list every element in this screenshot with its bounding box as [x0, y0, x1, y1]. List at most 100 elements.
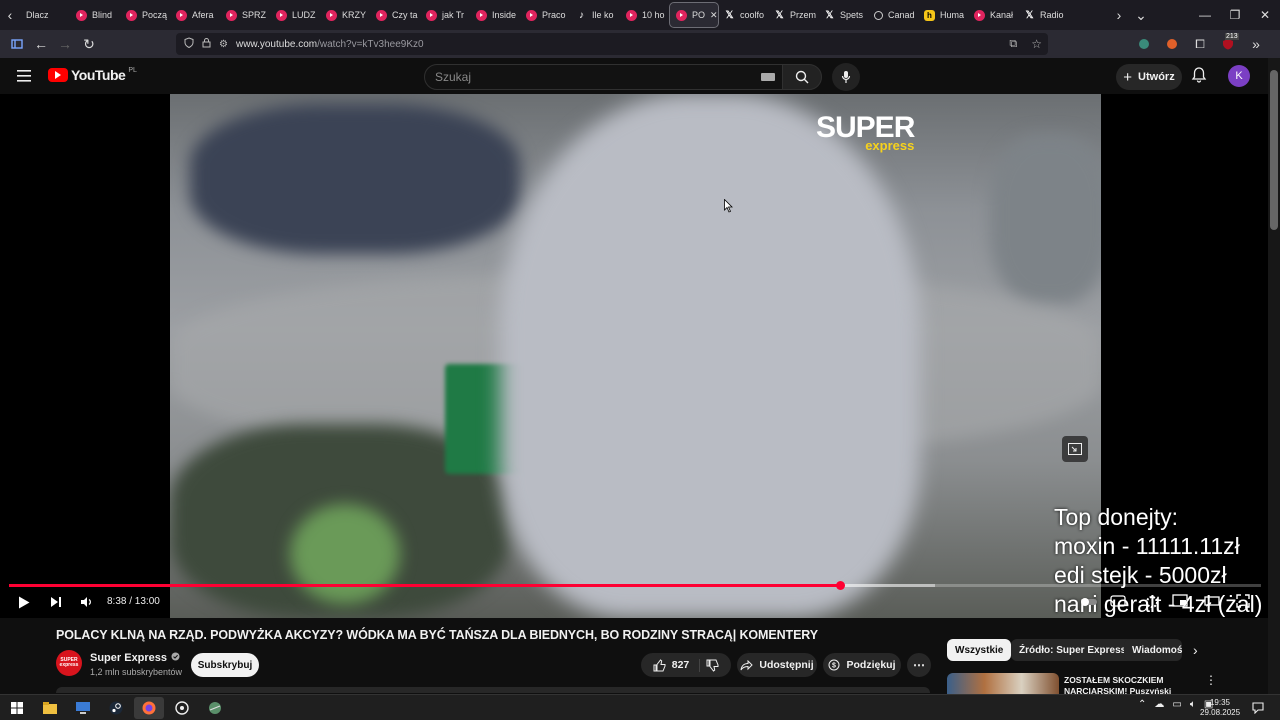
thanks-button[interactable]: $ Podziękuj [823, 653, 901, 677]
browser-tab[interactable]: SPRZ [220, 3, 270, 27]
dislike-button[interactable] [706, 659, 719, 672]
browser-tab[interactable]: 𝕏 Przem [768, 3, 818, 27]
browser-tab[interactable]: Praco [520, 3, 570, 27]
start-windows-icon[interactable] [2, 697, 32, 719]
permissions-icon[interactable]: ⚙ [219, 39, 228, 50]
video-frame[interactable] [170, 94, 1101, 618]
voice-search-button[interactable] [832, 63, 860, 91]
theater-mode-icon[interactable] [1204, 594, 1222, 610]
close-window-button[interactable]: ✕ [1250, 0, 1280, 30]
tabs-container: Dlacz Blind Począ Afera SPRZ LUDZ KRZY Czy ta ja… [20, 0, 1110, 30]
miniplayer-expand-button[interactable] [1062, 436, 1088, 462]
firefox-icon[interactable] [134, 697, 164, 719]
browser-tab[interactable]: KRZY [320, 3, 370, 27]
browser-tab[interactable]: 𝕏 Radio [1018, 3, 1068, 27]
browser-tab[interactable]: Począ [120, 3, 170, 27]
tab-scroll-left-icon[interactable]: ‹ [0, 3, 20, 27]
obs-icon[interactable] [167, 697, 197, 719]
browser-tab[interactable]: 𝕏coolfo [718, 3, 768, 27]
next-button[interactable] [46, 593, 66, 611]
steam-icon[interactable] [101, 697, 131, 719]
more-actions-button[interactable]: ⋯ [907, 653, 931, 677]
search-button[interactable] [782, 64, 822, 90]
browser-tab[interactable]: PO ✕ [669, 2, 719, 28]
scrollbar-thumb[interactable] [1270, 70, 1278, 230]
volume-tray-icon[interactable]: 🔈︎ [1190, 699, 1196, 710]
browser-tab[interactable]: 𝕏 Spets [818, 3, 868, 27]
youtube-logo[interactable]: YouTube PL [48, 67, 137, 83]
browser-tab[interactable]: LUDZ [270, 3, 320, 27]
taskbar-clock[interactable]: 19:35 29.08.2025 [1200, 698, 1240, 718]
browser-tab[interactable]: Afera [170, 3, 220, 27]
forward-arrow-icon[interactable]: → [53, 32, 77, 56]
back-arrow-icon[interactable]: ← [29, 32, 53, 56]
reload-icon[interactable]: ↻ [77, 32, 101, 56]
create-button[interactable]: + Utwórz [1116, 64, 1182, 90]
play-button[interactable] [14, 593, 34, 611]
overflow-chevrons-icon[interactable]: » [1244, 32, 1268, 56]
address-bar[interactable]: ⚙ www.youtube.com/watch?v=kTv3hee9Kz0 ⧉ … [176, 33, 1048, 55]
extension-fox-icon[interactable] [1160, 32, 1184, 56]
bookmark-star-icon[interactable]: ☆ [1031, 37, 1042, 51]
keyboard-icon[interactable] [761, 73, 775, 81]
description-box[interactable] [56, 687, 930, 693]
picture-in-picture-icon[interactable]: ⧉ [1009, 38, 1017, 51]
autoplay-toggle[interactable] [1080, 594, 1098, 610]
browser-tab[interactable]: Inside [470, 3, 520, 27]
recommendation-menu-icon[interactable]: ⋮ [1205, 673, 1217, 687]
fullscreen-icon[interactable] [1236, 594, 1254, 610]
progress-bar[interactable] [9, 584, 1261, 587]
app-globe-icon[interactable] [200, 697, 230, 719]
subtitles-icon[interactable] [1110, 594, 1128, 610]
extensions-puzzle-icon[interactable]: ⧠ [1188, 32, 1212, 56]
extension-ublock-icon[interactable]: 213 [1216, 32, 1240, 56]
recommendation-thumbnail[interactable] [947, 673, 1059, 695]
battery-icon[interactable]: ▭ [1172, 699, 1181, 710]
chip-news[interactable]: Wiadomości [1124, 639, 1182, 661]
tab-list-chevron-down-icon[interactable]: ⌄ [1128, 3, 1154, 27]
channel-name[interactable]: Super Express [90, 652, 180, 664]
remote-desktop-icon[interactable] [68, 697, 98, 719]
browser-tab[interactable]: Kanał [968, 3, 1018, 27]
tab-scroll-right-icon[interactable]: › [1110, 3, 1128, 27]
tray-chevron-up-icon[interactable]: ⌃ [1138, 699, 1146, 710]
browser-tab[interactable]: Canad [868, 3, 918, 27]
browser-tab[interactable]: 10 ho [620, 3, 670, 27]
file-explorer-icon[interactable] [35, 697, 65, 719]
settings-gear-icon[interactable] [1144, 594, 1162, 610]
sidebar-toggle-icon[interactable] [5, 32, 29, 56]
subscribe-button[interactable]: Subskrybuj [191, 653, 259, 677]
browser-tab-label: Czy ta [392, 10, 418, 20]
chips-next-chevron-icon[interactable]: › [1193, 642, 1198, 658]
notifications-bell-icon[interactable] [1190, 66, 1210, 86]
page-scrollbar[interactable] [1268, 58, 1280, 694]
browser-tab[interactable]: jak Tr [420, 3, 470, 27]
browser-tab[interactable]: ♪ Ile ko [570, 3, 620, 27]
browser-tab[interactable]: Dlacz [20, 3, 70, 27]
close-tab-icon[interactable]: ✕ [710, 10, 718, 21]
restore-window-button[interactable]: ❐ [1220, 0, 1250, 30]
url-path: /watch?v=kTv3hee9Kz0 [317, 38, 424, 50]
minimize-window-button[interactable]: — [1190, 0, 1220, 30]
guide-menu-icon[interactable] [17, 69, 33, 83]
extension-shield-icon[interactable] [1132, 32, 1156, 56]
account-avatar[interactable]: K [1228, 65, 1250, 87]
browser-tab[interactable]: Blind [70, 3, 120, 27]
chip-all[interactable]: Wszystkie [947, 639, 1012, 661]
browser-tab[interactable]: h Huma [918, 3, 968, 27]
circle-favicon-icon [874, 10, 883, 20]
chip-source[interactable]: Źródło: Super Express [1011, 639, 1135, 661]
onedrive-cloud-icon[interactable]: ☁ [1154, 699, 1164, 710]
miniplayer-icon[interactable] [1172, 594, 1190, 610]
menu-hamburger-icon[interactable]: ≡ [1272, 32, 1280, 56]
video-player[interactable]: SUPER express Top donejty: moxin - 11111… [0, 94, 1268, 618]
browser-tab-label: Blind [92, 10, 113, 20]
channel-avatar[interactable]: SUPER express [56, 650, 82, 676]
search-input[interactable]: Szukaj [424, 64, 786, 90]
volume-button[interactable] [77, 593, 97, 611]
browser-tab[interactable]: Czy ta [370, 3, 420, 27]
notifications-icon[interactable] [1252, 701, 1264, 715]
recommendation-title[interactable]: ZOSTAŁEM SKOCZKIEM NARCIARSKIM! Puszyńsk… [1064, 675, 1194, 695]
like-button[interactable]: 827 [653, 658, 701, 672]
share-button[interactable]: Udostępnij [737, 653, 817, 677]
